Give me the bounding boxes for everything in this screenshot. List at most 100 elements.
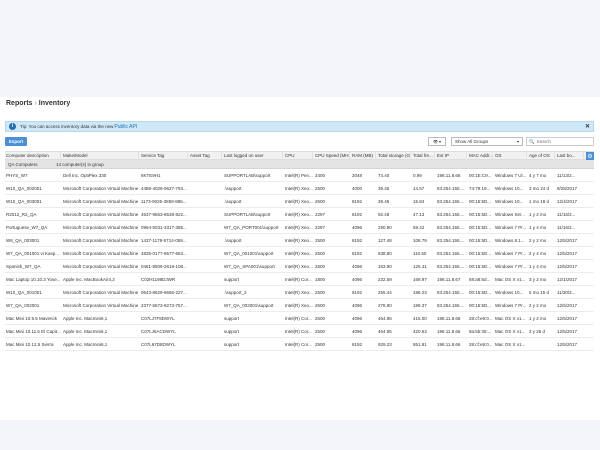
table-cell: Intel(R) Xeo...	[285, 290, 313, 295]
column-header[interactable]: RAM (MB)	[351, 152, 376, 160]
column-header[interactable]: Last bo...	[556, 152, 584, 160]
table-cell: 5 mo 15 d	[529, 290, 550, 295]
table-row[interactable]: Spanish_W7_QA Microsoft Corporation Virtu…	[5, 260, 594, 273]
breadcrumb-separator: ›	[34, 100, 37, 107]
table-cell: 278.90	[378, 303, 392, 308]
table-cell: Windows 7 Pr...	[495, 303, 527, 308]
column-header[interactable]: Service Tag	[140, 152, 188, 160]
table-cell: 199.37	[413, 303, 427, 308]
table-row[interactable]: Mac Laptop 10.10.3 Yose... Apple Inc. Mac…	[5, 273, 594, 286]
table-cell: Windows 10...	[495, 290, 524, 295]
info-icon: i	[9, 123, 16, 130]
table-cell: 4096	[352, 316, 363, 321]
table-cell: 83.254.155....	[437, 225, 465, 230]
table-cell: 1 y 4 mo	[529, 264, 547, 269]
table-cell: support	[224, 316, 240, 321]
table-cell: 83.254.155....	[437, 290, 465, 295]
bottom-band	[0, 420, 600, 450]
table-row[interactable]: W10_QA_001001 Microsoft Corporation Virtu…	[5, 286, 594, 299]
column-header[interactable]: Computer description	[5, 152, 61, 160]
table-cell: 198.11.8.68	[437, 316, 461, 321]
table-cell: 9/28/2017	[557, 186, 578, 191]
table-cell: .\support	[224, 199, 242, 204]
table-cell: 2500	[315, 303, 326, 308]
search-box[interactable]: 🔍	[526, 137, 594, 146]
table-cell: W7_QA_001001\support	[224, 251, 274, 256]
table-cell: 2500	[315, 264, 326, 269]
table-row[interactable]: Mac Mini 10.11.6 El Capit... Apple Inc. M…	[5, 325, 594, 338]
column-header[interactable]: Make/Model	[62, 152, 139, 160]
table-cell: Intel(R) Cor...	[285, 342, 312, 347]
table-cell: 2 y 26 d	[529, 329, 546, 334]
table-cell: Windows 7 Ul...	[495, 173, 527, 178]
group-row[interactable]: QA Computers 14 computer(s) in group	[5, 160, 594, 169]
gear-icon[interactable]: ⚙	[586, 152, 594, 160]
table-cell: Windows 8.1...	[495, 238, 525, 243]
column-header[interactable]: Total fre...	[412, 152, 435, 160]
table-cell: 464.95	[378, 316, 392, 321]
table-cell: Windows 7 Pr...	[495, 251, 527, 256]
tip-banner: i Tip: You can access inventory data via…	[5, 121, 594, 132]
table-cell: 47.13	[413, 212, 425, 217]
column-header[interactable]: Last logged on user	[223, 152, 283, 160]
table-cell: 12/5/2017	[557, 238, 578, 243]
table-row[interactable]: W10_QA_003001 Microsoft Corporation Virtu…	[5, 195, 594, 208]
table-cell: 2 y 2 mo	[529, 303, 547, 308]
table-cell: Windows 7 Pr...	[495, 225, 527, 230]
table-cell: Intel(R) Cor...	[285, 329, 312, 334]
close-icon[interactable]: ✕	[585, 123, 590, 130]
column-header[interactable]: CPU Speed (MHz)	[314, 152, 350, 160]
table-cell: 14.57	[413, 186, 425, 191]
table-cell: 4488-4026-0627-793...	[141, 186, 187, 191]
column-header[interactable]: CPU	[284, 152, 313, 160]
table-cell: W7_QA_002001	[6, 303, 40, 308]
table-header: Computer description Make/Model Service Ta…	[5, 151, 594, 160]
table-cell: 3 y 2 mo	[529, 277, 547, 282]
table-cell: 15.84	[413, 199, 425, 204]
table-cell: 638.80	[378, 251, 392, 256]
export-button[interactable]: Export	[5, 137, 27, 146]
table-cell: Mac OS X v1...	[495, 329, 526, 334]
table-cell: Portuguese_W7_QA	[6, 225, 48, 230]
table-cell: Apple Inc. MacBookAir4,2	[63, 277, 115, 282]
table-cell: 255.44	[378, 290, 392, 295]
table-cell: 108.79	[413, 238, 427, 243]
search-input[interactable]	[536, 139, 593, 144]
table-cell: 83.254.155....	[437, 199, 465, 204]
table-row[interactable]: R2012_R2_QA Microsoft Corporation Virtual…	[5, 208, 594, 221]
table-row[interactable]: W8_QA_003001 Microsoft Corporation Virtua…	[5, 234, 594, 247]
column-header[interactable]: MAC Addr...	[468, 152, 493, 160]
table-row[interactable]: Mac Mini 10.12.5 Sierra Apple Inc. Macmin…	[5, 338, 594, 351]
table-cell: Intel(R) Xeo...	[285, 225, 313, 230]
table-cell: 163.90	[378, 264, 392, 269]
column-header[interactable]: Ext IP	[436, 152, 467, 160]
table-cell: 2500	[315, 251, 326, 256]
table-cell: W10_QA_001001	[6, 290, 42, 295]
table-row[interactable]: W7_QA_001001 vi Kasp... Microsoft Corpora…	[5, 247, 594, 260]
table-row[interactable]: Portuguese_W7_QA Microsoft Corporation Vi…	[5, 221, 594, 234]
table-cell: W7_QA_PORT001\support	[224, 225, 279, 230]
table-cell: 8192	[352, 212, 363, 217]
table-cell: 126.41	[413, 264, 427, 269]
table-cell: C07LJ6ACDWYL	[141, 329, 176, 334]
table-row[interactable]: PHYS_W7 Dell Inc. OptiPlex 330 6KTE9H1 SUPP…	[5, 169, 594, 182]
column-header[interactable]: Total storage (GB)	[377, 152, 411, 160]
table-cell: 00:15:5D...	[469, 238, 492, 243]
public-api-link[interactable]: Public API	[114, 124, 137, 130]
table-row[interactable]: Mac Mini 10.9.5 Maverick Apple Inc. Macmi…	[5, 312, 594, 325]
table-cell: 4096	[352, 303, 363, 308]
column-header[interactable]: Age of OS	[528, 152, 555, 160]
group-select[interactable]: Show All Groups ▾	[451, 137, 523, 146]
table-cell: 00:15:5D...	[469, 303, 492, 308]
table-cell: 2 y 4 mo	[529, 251, 547, 256]
column-visibility-button[interactable]: 👁 ▾	[428, 137, 446, 146]
column-header[interactable]: Asset Tag	[189, 152, 222, 160]
breadcrumb-parent[interactable]: Reports	[6, 100, 32, 107]
table-row[interactable]: W7_QA_002001 Microsoft Corporation Virtua…	[5, 299, 594, 312]
table-cell: 4096	[352, 225, 363, 230]
group-name: QA Computers	[8, 162, 38, 167]
table-row[interactable]: W10_QA_002001 Microsoft Corporation Virtu…	[5, 182, 594, 195]
table-cell: 2500	[315, 316, 326, 321]
table-cell: Intel(R) Xeo...	[285, 238, 313, 243]
column-header[interactable]: OS	[494, 152, 527, 160]
